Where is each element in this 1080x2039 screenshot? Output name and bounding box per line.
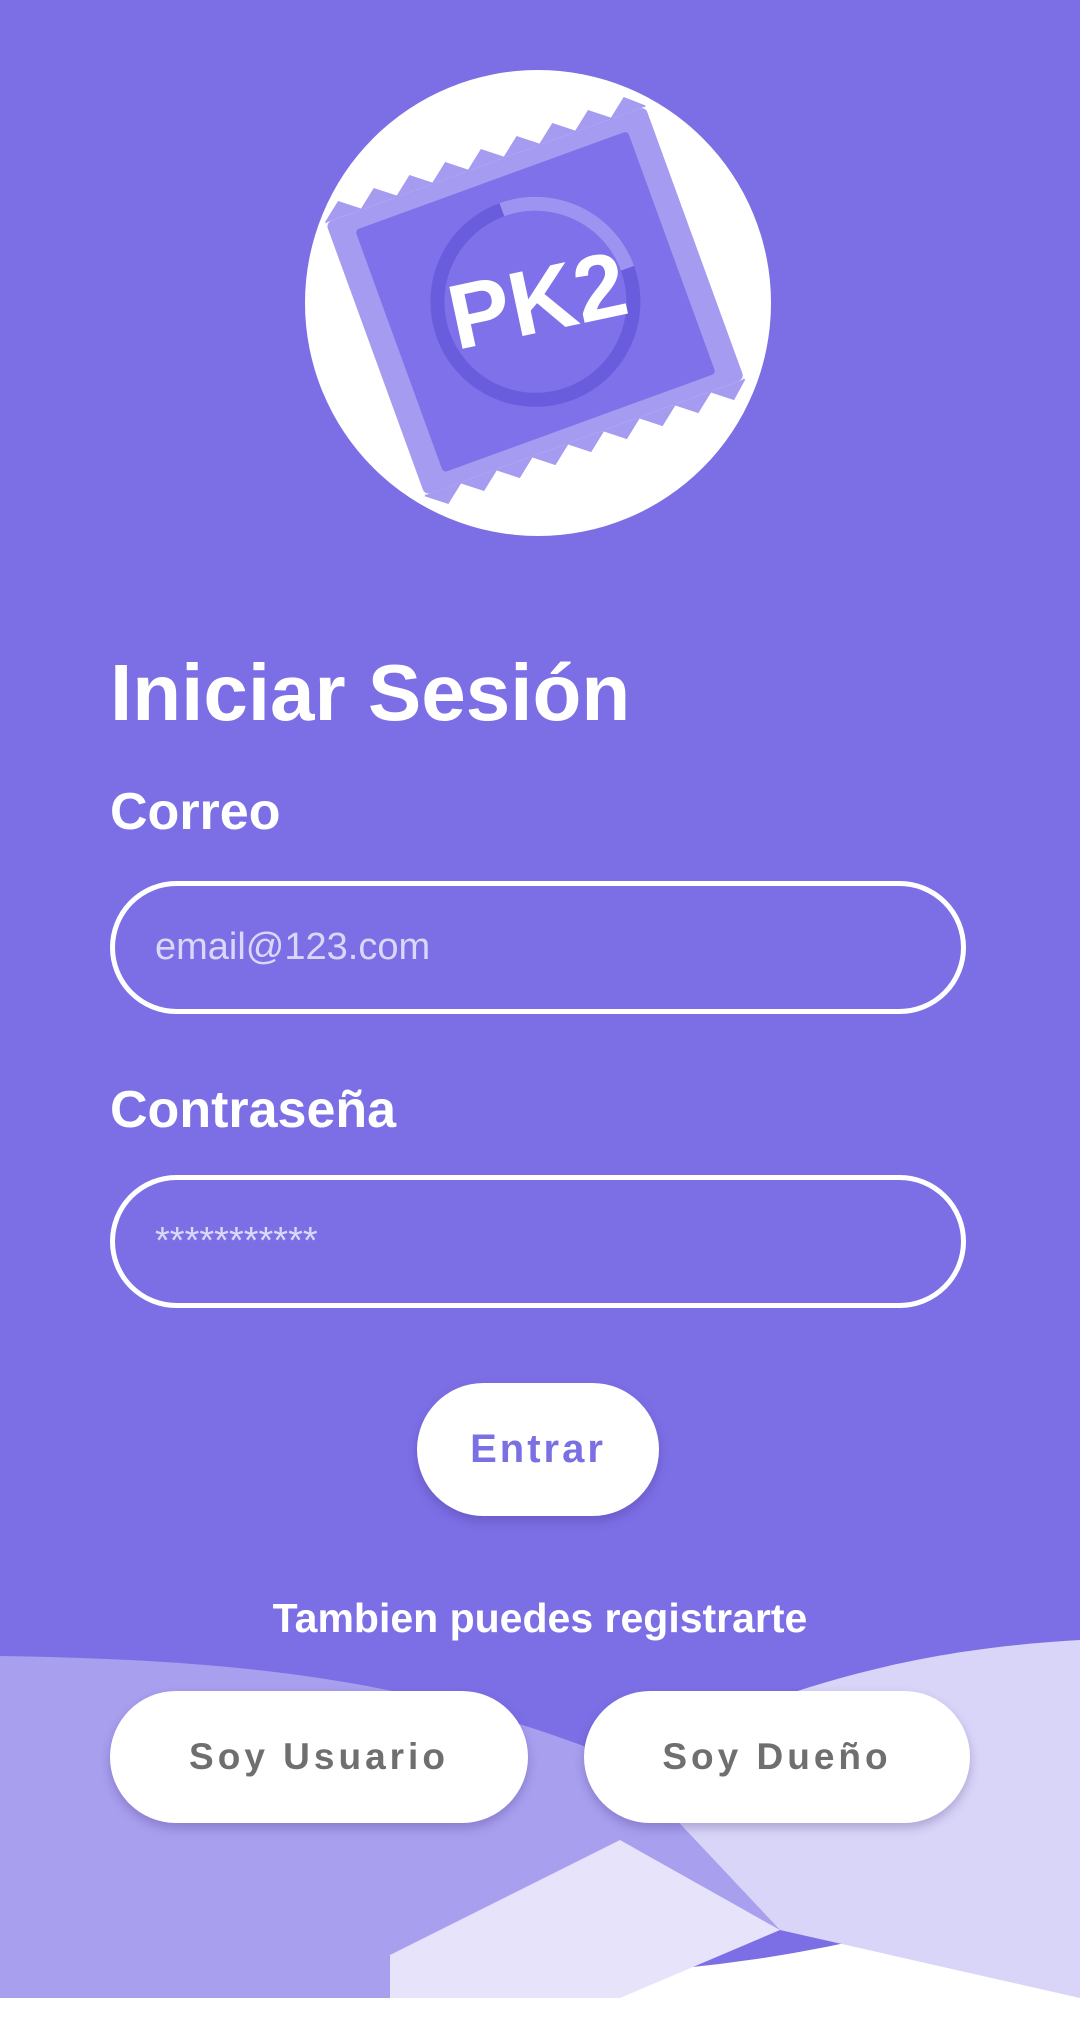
email-label: Correo (110, 783, 281, 841)
login-screen: PK2 Iniciar Sesión Correo Contraseña Ent… (0, 0, 1080, 2039)
register-prompt: Tambien puedes registrarte (272, 1595, 808, 1641)
email-input[interactable] (110, 881, 966, 1014)
pk2-packet-icon: PK2 (324, 96, 746, 505)
page-title: Iniciar Sesión (110, 648, 631, 737)
password-input[interactable] (110, 1175, 966, 1308)
register-user-button[interactable]: Soy Usuario (110, 1691, 528, 1823)
logo-circle: PK2 (305, 70, 771, 536)
password-label: Contraseña (110, 1081, 397, 1139)
login-button[interactable]: Entrar (417, 1383, 659, 1516)
register-owner-button[interactable]: Soy Dueño (584, 1691, 970, 1823)
